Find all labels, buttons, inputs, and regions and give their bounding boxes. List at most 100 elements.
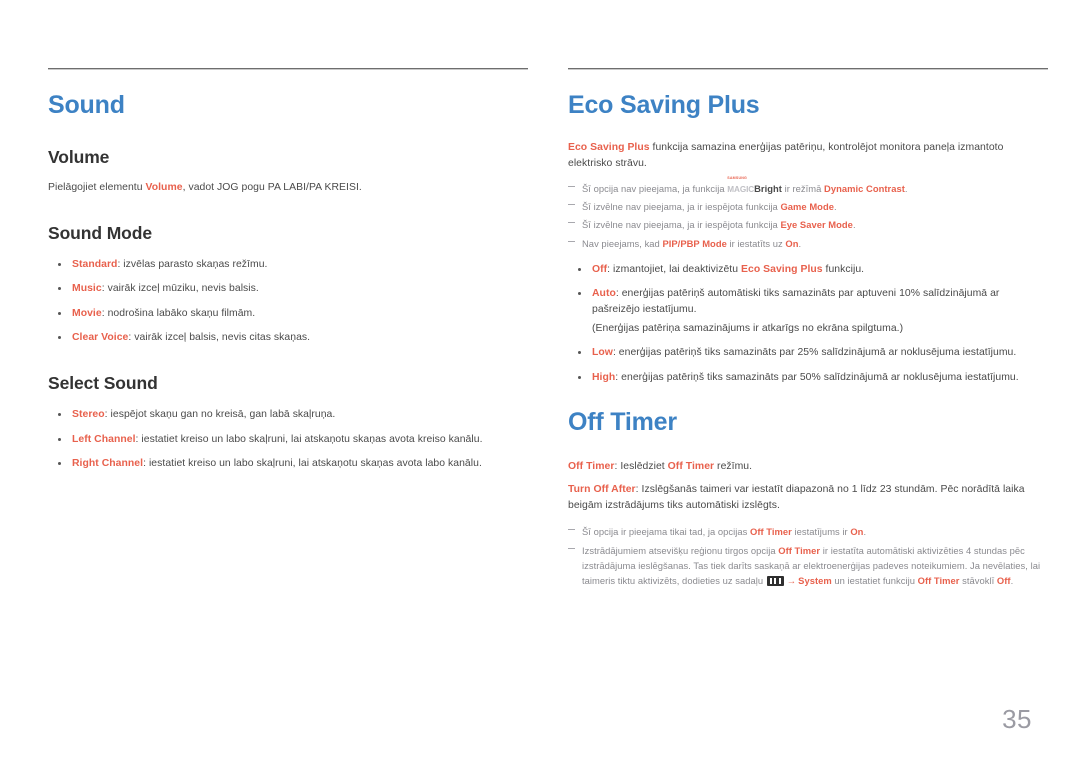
eco-notes-list: Šī opcija nav pieejama, ja funkcija SAMS… [568,176,1048,251]
bright-wordmark: Bright [754,182,782,194]
eco-intro-paragraph: Eco Saving Plus funkcija samazina enerģi… [568,140,1048,172]
bullet-text: : enerģijas patēriņš tiks samazināts par… [612,347,1017,359]
note-item: Šī izvēlne nav pieejama, ja ir iespējota… [568,217,1048,232]
samsung-magic-bright-logo: SAMSUNG MAGICBright [727,176,782,196]
turn-off-after-term: Turn Off After [568,484,636,496]
select-sound-list: Stereo: iespējot skaņu gan no kreisā, ga… [48,407,528,472]
note-mid: iestatījums ir [791,526,851,538]
note-term: Game Mode [780,201,834,213]
bullet-term: Movie [72,307,102,319]
note-post: . [852,219,856,231]
section-title-select-sound: Select Sound [48,373,158,394]
column-rule-right [568,68,1048,70]
bullet-term: Clear Voice [72,332,129,344]
volume-paragraph-prefix: Pielāgojiet elementu [48,181,146,193]
chapter-title-sound: Sound [48,91,125,119]
note-item: Šī izvēlne nav pieejama, ja ir iespējota… [568,199,1048,214]
list-item: Right Channel: iestatiet kreiso un labo … [48,456,528,472]
list-item: Stereo: iespējot skaņu gan no kreisā, ga… [48,407,528,423]
note-term-2: On [785,237,799,249]
chapter-title-off-timer: Off Timer [568,408,677,437]
list-item: Auto: enerģijas patēriņš automātiski tik… [568,286,1048,336]
off-timer-term-2: Off Timer [667,460,715,472]
off-timer-notes-list: Šī opcija ir pieejama tikai tad, ja opci… [568,524,1048,588]
page-number: 35 [1002,704,1032,734]
right-column: Eco Saving Plus Eco Saving Plus funkcija… [568,68,1048,591]
volume-paragraph-suffix: , vadot JOG pogu PA LABI/PA KREISI. [182,181,362,193]
note-term: Off Timer [778,544,821,556]
note-pre: Šī opcija nav pieejama, ja funkcija [582,182,728,194]
document-page: Sound Volume Pielāgojiet elementu Volume… [0,0,1080,763]
note-mid: ir iestatīts uz [726,237,786,249]
samsung-wordmark: SAMSUNG [727,175,748,180]
list-item: Clear Voice: vairāk izceļ balsis, nevis … [48,330,528,346]
note-term: PIP/PBP Mode [662,237,727,249]
menu-icon [766,575,784,586]
bullet-term: Stereo [72,409,105,421]
volume-term: Volume [145,181,183,193]
bullet-term: High [592,371,616,383]
note-term-2: On [850,526,864,538]
bullet-term: Music [72,283,102,295]
bullet-term: Auto [592,288,616,300]
note-item: Šī opcija ir pieejama tikai tad, ja opci… [568,524,1048,539]
left-column: Sound Volume Pielāgojiet elementu Volume… [48,68,528,591]
note-pre: Šī opcija ir pieejama tikai tad, ja opci… [582,526,750,538]
list-item: High: enerģijas patēriņš tiks samazināts… [568,370,1048,386]
bullet-text: : enerģijas patēriņš automātiski tiks sa… [592,288,1000,315]
magic-wordmark: MAGIC [727,184,755,194]
bullet-text: : iestatiet kreiso un labo skaļruni, lai… [135,433,483,445]
bullet-text: : izvēlas parasto skaņas režīmu. [117,258,268,270]
bullet-text: : iespējot skaņu gan no kreisā, gan labā… [104,409,336,421]
off-timer-term: Off Timer [568,460,615,472]
note-pre: Šī izvēlne nav pieejama, ja ir iespējota… [582,219,781,231]
list-item: Off: izmantojiet, lai deaktivizētu Eco S… [568,262,1048,278]
note-term-4: Off [996,574,1011,586]
note-mid: ir režīmā [781,182,825,194]
note-pre: Šī izvēlne nav pieejama, ja ir iespējota… [582,201,781,213]
turn-off-after-text: : Izslēgšanās taimeri var iestatīt diapa… [568,484,1025,512]
bullet-text: : vairāk izceļ mūziku, nevis balsis. [101,283,259,295]
bullet-text: : iestatiet kreiso un labo skaļruni, lai… [143,458,482,470]
bullet-term: Low [592,347,613,359]
note-mid-2: un iestatiet funkciju [831,574,918,586]
off-timer-text-2: režīmu. [714,460,753,472]
off-timer-paragraph-1: Off Timer: Ieslēdziet Off Timer režīmu. [568,459,1048,475]
chapter-title-eco-saving-plus: Eco Saving Plus [568,91,760,119]
bullet-text: : nodrošina labāko skaņu filmām. [101,307,256,319]
note-term: Eye Saver Mode [780,219,853,231]
bullet-text: : izmantojiet, lai deaktivizētu [607,263,742,275]
list-item: Music: vairāk izceļ mūziku, nevis balsis… [48,281,528,297]
list-item: Movie: nodrošina labāko skaņu filmām. [48,306,528,322]
bullet-text: : vairāk izceļ balsis, nevis citas skaņa… [128,332,311,344]
note-pre: Nav pieejams, kad [582,237,663,249]
note-post: . [904,182,908,194]
note-term-3: Off Timer [917,574,960,586]
note-mid-3: stāvoklī [959,574,997,586]
bullet-term: Right Channel [72,458,144,470]
bullet-subtext: (Enerģijas patēriņa samazinājums ir atka… [592,322,904,334]
note-pre: Izstrādājumiem atsevišķu reģionu tirgos … [582,544,779,556]
note-post: . [798,237,802,249]
bullet-text-2: funkciju. [822,263,865,275]
off-timer-text: : Ieslēdziet [614,460,668,472]
eco-intro-term: Eco Saving Plus [568,141,650,153]
bullet-term: Off [592,263,608,275]
eco-options-list: Off: izmantojiet, lai deaktivizētu Eco S… [568,262,1048,386]
arrow-right-icon: → [786,574,797,586]
sound-mode-list: Standard: izvēlas parasto skaņas režīmu.… [48,257,528,346]
off-timer-paragraph-2: Turn Off After: Izslēgšanās taimeri var … [568,482,1048,514]
list-item: Low: enerģijas patēriņš tiks samazināts … [568,345,1048,361]
bullet-term: Standard [72,258,118,270]
section-title-volume: Volume [48,146,110,167]
volume-paragraph: Pielāgojiet elementu Volume, vadot JOG p… [48,180,528,196]
note-item: Šī opcija nav pieejama, ja funkcija SAMS… [568,176,1048,196]
bullet-term: Left Channel [72,433,136,445]
note-term: Off Timer [750,526,792,538]
bullet-text: : enerģijas patēriņš tiks samazināts par… [615,371,1019,383]
note-post: . [833,201,837,213]
section-title-sound-mode: Sound Mode [48,222,152,243]
column-rule-left [48,68,528,70]
bullet-term-2: Eco Saving Plus [741,263,823,275]
note-item: Nav pieejams, kad PIP/PBP Mode ir iestat… [568,236,1048,251]
